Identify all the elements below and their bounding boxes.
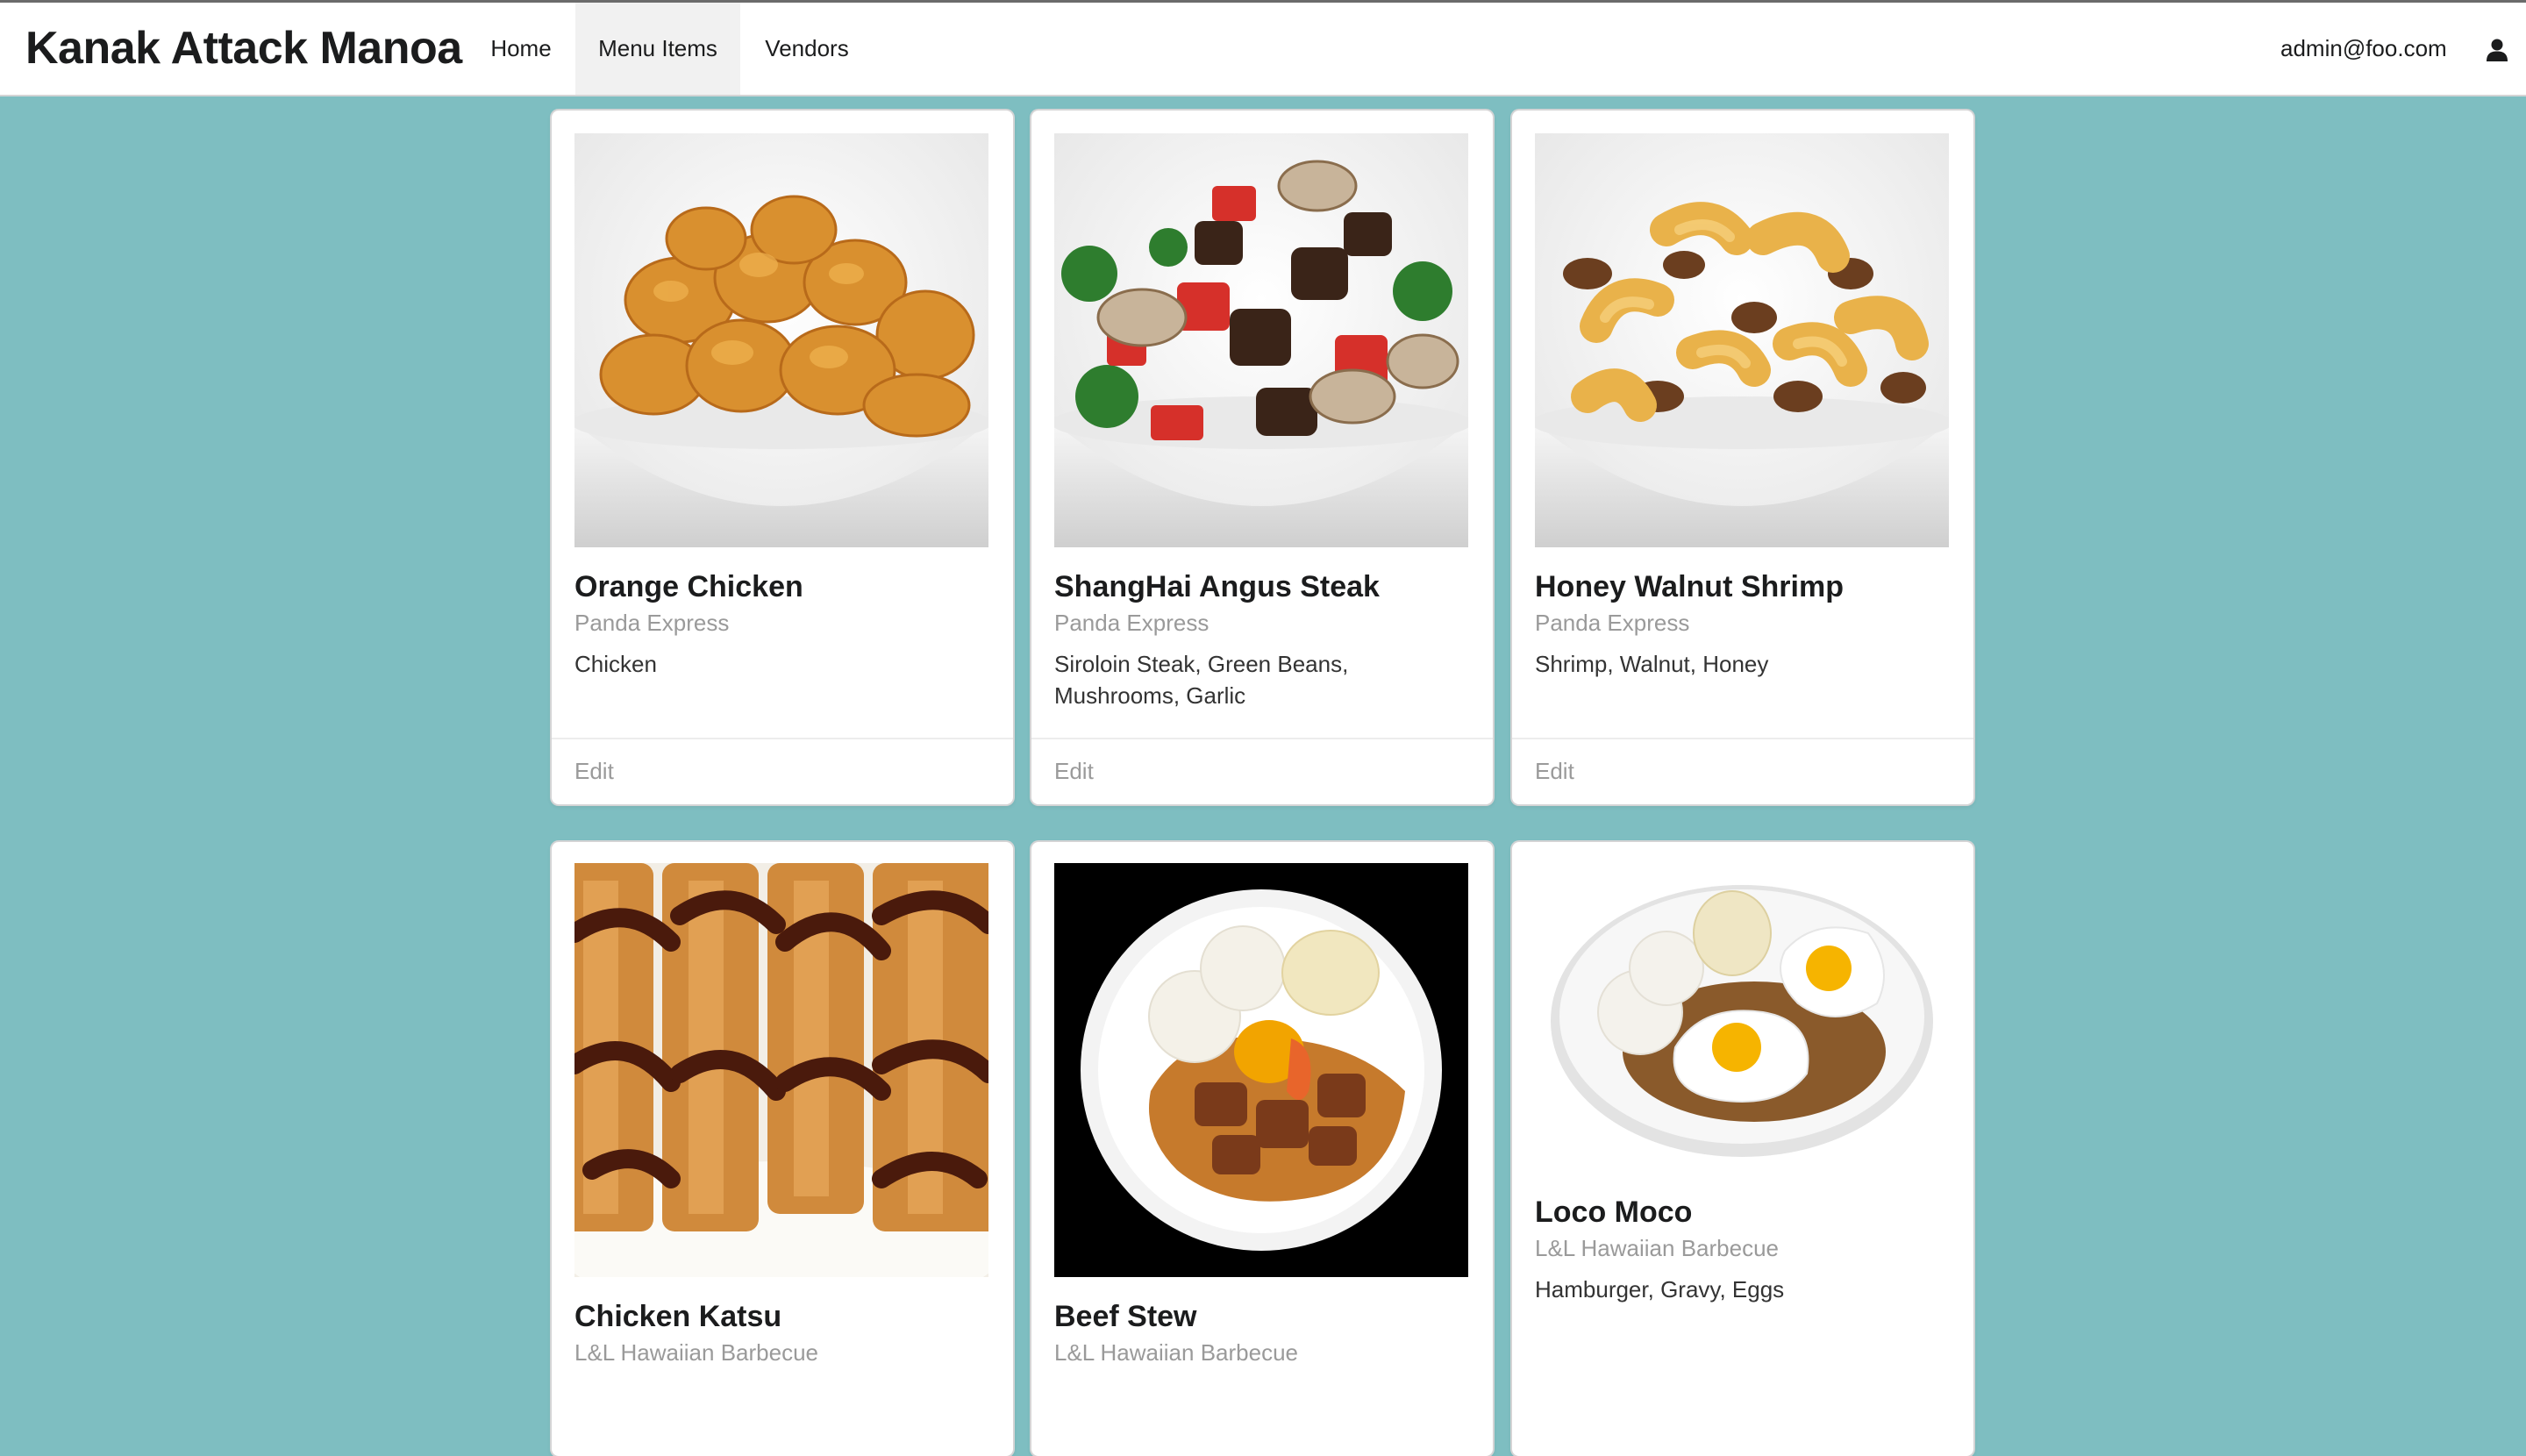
nav-home-link[interactable]: Home	[463, 3, 579, 95]
menu-item-vendor: L&L Hawaiian Barbecue	[574, 1339, 818, 1366]
nav-menu-items-link[interactable]: Menu Items	[575, 3, 740, 95]
menu-item-image	[1535, 133, 1949, 547]
beef-stew-image	[1054, 863, 1468, 1277]
menu-item-card: Loco Moco L&L Hawaiian Barbecue Hamburge…	[1512, 842, 1973, 1456]
menu-item-card: Honey Walnut Shrimp Panda Express Shrimp…	[1512, 111, 1973, 804]
honey-walnut-shrimp-image	[1535, 133, 1949, 547]
edit-link[interactable]: Edit	[574, 756, 614, 786]
menu-item-name: Chicken Katsu	[574, 1300, 782, 1333]
menu-item-card: Orange Chicken Panda Express Chicken Edi…	[552, 111, 1013, 804]
menu-item-vendor: Panda Express	[1054, 610, 1209, 636]
menu-item-ingredients: Chicken	[574, 651, 657, 677]
menu-item-card: ShangHai Angus Steak Panda Express Sirol…	[1031, 111, 1493, 804]
menu-item-card: Beef Stew L&L Hawaiian Barbecue	[1031, 842, 1493, 1456]
menu-item-ingredients: Hamburger, Gravy, Eggs	[1535, 1276, 1785, 1303]
menu-item-name: Honey Walnut Shrimp	[1535, 570, 1844, 603]
loco-moco-image	[1535, 863, 1949, 1161]
chicken-katsu-image	[574, 863, 988, 1277]
nav-vendors-link[interactable]: Vendors	[740, 3, 874, 95]
edit-link[interactable]: Edit	[1054, 756, 1094, 786]
menu-item-name: Loco Moco	[1535, 1195, 1693, 1229]
card-divider	[1031, 738, 1493, 739]
user-icon	[2487, 39, 2508, 61]
menu-item-card: Chicken Katsu L&L Hawaiian Barbecue	[552, 842, 1013, 1456]
site-brand[interactable]: Kanak Attack Manoa	[25, 20, 462, 76]
menu-item-vendor: L&L Hawaiian Barbecue	[1535, 1235, 1779, 1261]
menu-item-name: ShangHai Angus Steak	[1054, 570, 1380, 603]
menu-item-image	[1054, 863, 1468, 1277]
user-dropdown[interactable]: admin@foo.com	[2280, 3, 2508, 95]
menu-item-image	[574, 133, 988, 547]
menu-item-image	[574, 863, 988, 1277]
menu-item-image	[1054, 133, 1468, 547]
card-divider	[1512, 738, 1973, 739]
menu-item-name: Beef Stew	[1054, 1300, 1197, 1333]
menu-item-ingredients: Siroloin Steak, Green Beans, Mushrooms, …	[1054, 651, 1349, 709]
angus-steak-image	[1054, 133, 1468, 547]
menu-item-vendor: L&L Hawaiian Barbecue	[1054, 1339, 1298, 1366]
orange-chicken-image	[574, 133, 988, 547]
menu-item-image	[1535, 863, 1949, 1161]
menu-item-vendor: Panda Express	[1535, 610, 1690, 636]
menu-item-vendor: Panda Express	[574, 610, 730, 636]
card-divider	[552, 738, 1013, 739]
menu-item-name: Orange Chicken	[574, 570, 803, 603]
menu-item-ingredients: Shrimp, Walnut, Honey	[1535, 651, 1769, 677]
edit-link[interactable]: Edit	[1535, 756, 1574, 786]
user-email: admin@foo.com	[2280, 35, 2447, 61]
top-navbar: Kanak Attack Manoa Home Menu Items Vendo…	[0, 0, 2526, 96]
